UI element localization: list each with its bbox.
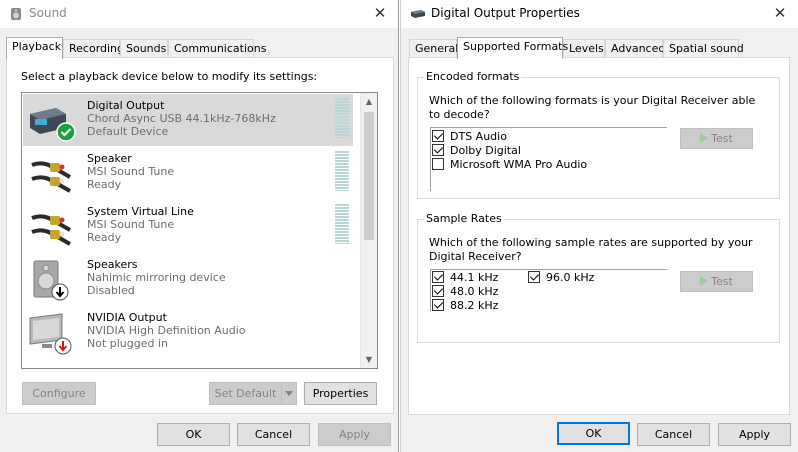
checkbox[interactable] bbox=[528, 271, 540, 283]
device-status: Ready bbox=[87, 178, 122, 191]
scroll-up-icon[interactable]: ▲ bbox=[361, 93, 377, 110]
format-dts[interactable]: DTS Audio bbox=[432, 130, 507, 143]
volume-meter bbox=[335, 151, 349, 191]
rca-cable-icon bbox=[26, 206, 76, 250]
properties-titlebar[interactable]: Digital Output Properties ✕ bbox=[401, 0, 798, 28]
tab-advanced[interactable]: Advanced bbox=[605, 39, 665, 58]
ok-button[interactable]: OK bbox=[557, 422, 630, 445]
group-title: Sample Rates bbox=[424, 212, 504, 225]
device-description: MSI Sound Tune bbox=[87, 218, 175, 231]
digital-output-icon bbox=[26, 100, 76, 144]
set-default-dropdown[interactable] bbox=[282, 382, 297, 405]
device-item[interactable]: Digital Output Chord Async USB 44.1kHz-7… bbox=[23, 94, 353, 146]
checkbox[interactable] bbox=[432, 285, 444, 297]
test-label: Test bbox=[711, 132, 733, 145]
format-dolby[interactable]: Dolby Digital bbox=[432, 144, 521, 157]
tab-levels[interactable]: Levels bbox=[563, 39, 605, 58]
close-icon[interactable]: ✕ bbox=[770, 3, 790, 23]
scroll-down-icon[interactable]: ▼ bbox=[361, 351, 377, 368]
checkbox-label: Dolby Digital bbox=[450, 144, 521, 157]
device-status: Disabled bbox=[87, 284, 135, 297]
cancel-button[interactable]: Cancel bbox=[237, 423, 310, 446]
checkbox[interactable] bbox=[432, 158, 444, 170]
checkbox[interactable] bbox=[432, 271, 444, 283]
apply-button[interactable]: Apply bbox=[718, 423, 791, 446]
checkbox-label: 88.2 kHz bbox=[450, 299, 499, 312]
set-default-button[interactable]: Set Default bbox=[209, 382, 282, 405]
device-status: Default Device bbox=[87, 125, 169, 138]
checkbox[interactable] bbox=[432, 299, 444, 311]
configure-button[interactable]: Configure bbox=[22, 382, 96, 405]
rca-cable-icon bbox=[26, 153, 76, 197]
monitor-icon bbox=[26, 312, 76, 356]
tab-general[interactable]: General bbox=[409, 39, 458, 58]
device-description: Nahimic mirroring device bbox=[87, 271, 226, 284]
checkbox[interactable] bbox=[432, 130, 444, 142]
device-item[interactable]: NVIDIA Output NVIDIA High Definition Aud… bbox=[23, 306, 353, 358]
window-title: Digital Output Properties bbox=[431, 6, 580, 20]
rate-44-1[interactable]: 44.1 kHz bbox=[432, 271, 498, 284]
scroll-thumb[interactable] bbox=[364, 112, 374, 240]
properties-button[interactable]: Properties bbox=[304, 382, 377, 405]
test-label: Test bbox=[711, 275, 733, 288]
group-title: Encoded formats bbox=[424, 70, 522, 83]
device-description: Chord Async USB 44.1kHz-768kHz bbox=[87, 112, 276, 125]
group-question: Which of the following formats is your D… bbox=[429, 94, 756, 121]
device-status: Not plugged in bbox=[87, 337, 169, 350]
digital-output-icon bbox=[410, 9, 426, 22]
device-item[interactable]: Speakers Nahimic mirroring device Disabl… bbox=[23, 253, 353, 305]
checkbox-label: Microsoft WMA Pro Audio bbox=[450, 158, 588, 171]
tab-spatial-sound[interactable]: Spatial sound bbox=[663, 39, 744, 58]
device-item[interactable]: Speaker MSI Sound Tune Ready bbox=[23, 147, 353, 199]
tab-supported-formats[interactable]: Supported Formats bbox=[457, 37, 568, 59]
group-question: Which of the following sample rates are … bbox=[429, 236, 753, 263]
device-description: MSI Sound Tune bbox=[87, 165, 175, 178]
device-item[interactable]: System Virtual Line MSI Sound Tune Ready bbox=[23, 200, 353, 252]
play-icon bbox=[700, 133, 709, 143]
sample-rates-group: Sample Rates Which of the following samp… bbox=[417, 212, 780, 343]
encoded-formats-group: Encoded formats Which of the following f… bbox=[417, 70, 780, 199]
device-name: Speaker bbox=[87, 152, 132, 165]
close-icon[interactable]: ✕ bbox=[370, 3, 390, 23]
volume-meter bbox=[335, 98, 349, 138]
device-list[interactable]: Digital Output Chord Async USB 44.1kHz-7… bbox=[21, 92, 378, 369]
window-title: Sound bbox=[29, 6, 67, 20]
sound-window: Sound ✕ Playback Recording Sounds Commun… bbox=[0, 0, 399, 452]
sound-titlebar[interactable]: Sound ✕ bbox=[0, 0, 398, 28]
volume-meter bbox=[335, 204, 349, 244]
tab-communications[interactable]: Communications bbox=[168, 39, 266, 58]
rate-88-2[interactable]: 88.2 kHz bbox=[432, 299, 498, 312]
device-status: Ready bbox=[87, 231, 122, 244]
test-button[interactable]: Test bbox=[680, 128, 753, 149]
properties-window: Digital Output Properties ✕ General Supp… bbox=[400, 0, 798, 452]
checkbox-label: DTS Audio bbox=[450, 130, 507, 143]
supported-formats-panel: Encoded formats Which of the following f… bbox=[408, 57, 790, 415]
device-name: System Virtual Line bbox=[87, 205, 194, 218]
play-icon bbox=[700, 276, 709, 286]
apply-button[interactable]: Apply bbox=[318, 423, 391, 446]
checkbox-label: 96.0 kHz bbox=[546, 271, 595, 284]
chevron-down-icon bbox=[285, 391, 293, 396]
format-wma[interactable]: Microsoft WMA Pro Audio bbox=[432, 158, 587, 171]
test-button[interactable]: Test bbox=[680, 271, 753, 292]
cancel-button[interactable]: Cancel bbox=[637, 423, 710, 446]
speaker-app-icon bbox=[10, 7, 22, 24]
device-list-scrollbar[interactable]: ▲ ▼ bbox=[360, 93, 377, 368]
checkbox-label: 48.0 kHz bbox=[450, 285, 499, 298]
rate-96-0[interactable]: 96.0 kHz bbox=[528, 271, 594, 284]
tab-sounds[interactable]: Sounds bbox=[120, 39, 168, 58]
tab-playback[interactable]: Playback bbox=[6, 37, 63, 59]
instruction-text: Select a playback device below to modify… bbox=[21, 70, 318, 83]
ok-button[interactable]: OK bbox=[157, 423, 230, 446]
speaker-box-icon bbox=[26, 259, 76, 303]
device-name: NVIDIA Output bbox=[87, 311, 167, 324]
checkbox[interactable] bbox=[432, 144, 444, 156]
checkbox-label: 44.1 kHz bbox=[450, 271, 499, 284]
playback-panel: Select a playback device below to modify… bbox=[6, 57, 394, 414]
device-name: Digital Output bbox=[87, 99, 165, 112]
device-name: Speakers bbox=[87, 258, 138, 271]
device-description: NVIDIA High Definition Audio bbox=[87, 324, 246, 337]
tab-recording[interactable]: Recording bbox=[63, 39, 124, 58]
rate-48-0[interactable]: 48.0 kHz bbox=[432, 285, 498, 298]
